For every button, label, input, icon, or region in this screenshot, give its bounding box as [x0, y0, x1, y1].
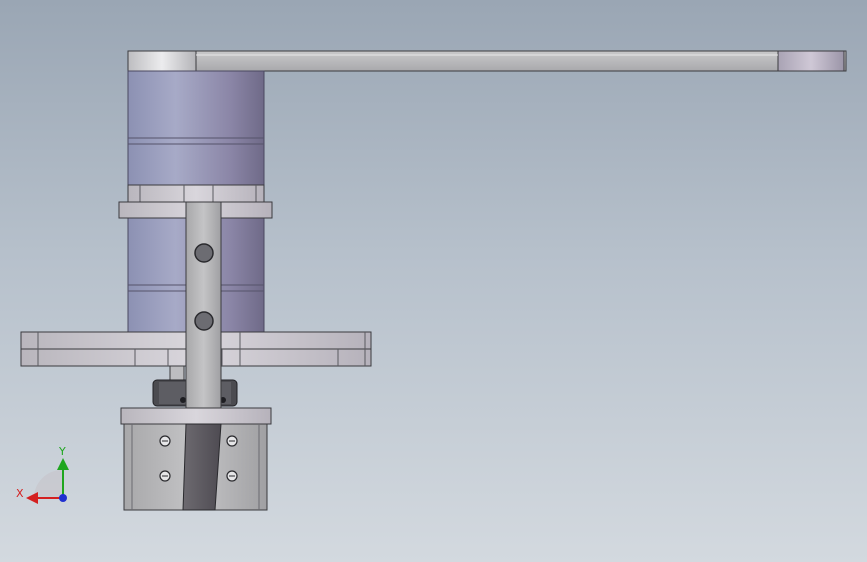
top-arm[interactable]: [127, 50, 847, 72]
triad-z-plane: [34, 470, 62, 498]
triad-y-label: Y: [58, 445, 66, 458]
cad-viewport[interactable]: X Y: [0, 0, 867, 562]
model-drawing: X Y: [16, 50, 847, 511]
gripper-slot: [182, 423, 222, 511]
gripper-block[interactable]: [120, 407, 272, 511]
shaft-hole-lower: [194, 311, 214, 331]
orientation-triad[interactable]: X Y: [16, 445, 69, 504]
vertical-shaft[interactable]: [185, 201, 222, 409]
shaft-hole-upper: [194, 243, 214, 263]
triad-x-label: X: [16, 487, 24, 500]
triad-z-axis: [59, 494, 67, 502]
